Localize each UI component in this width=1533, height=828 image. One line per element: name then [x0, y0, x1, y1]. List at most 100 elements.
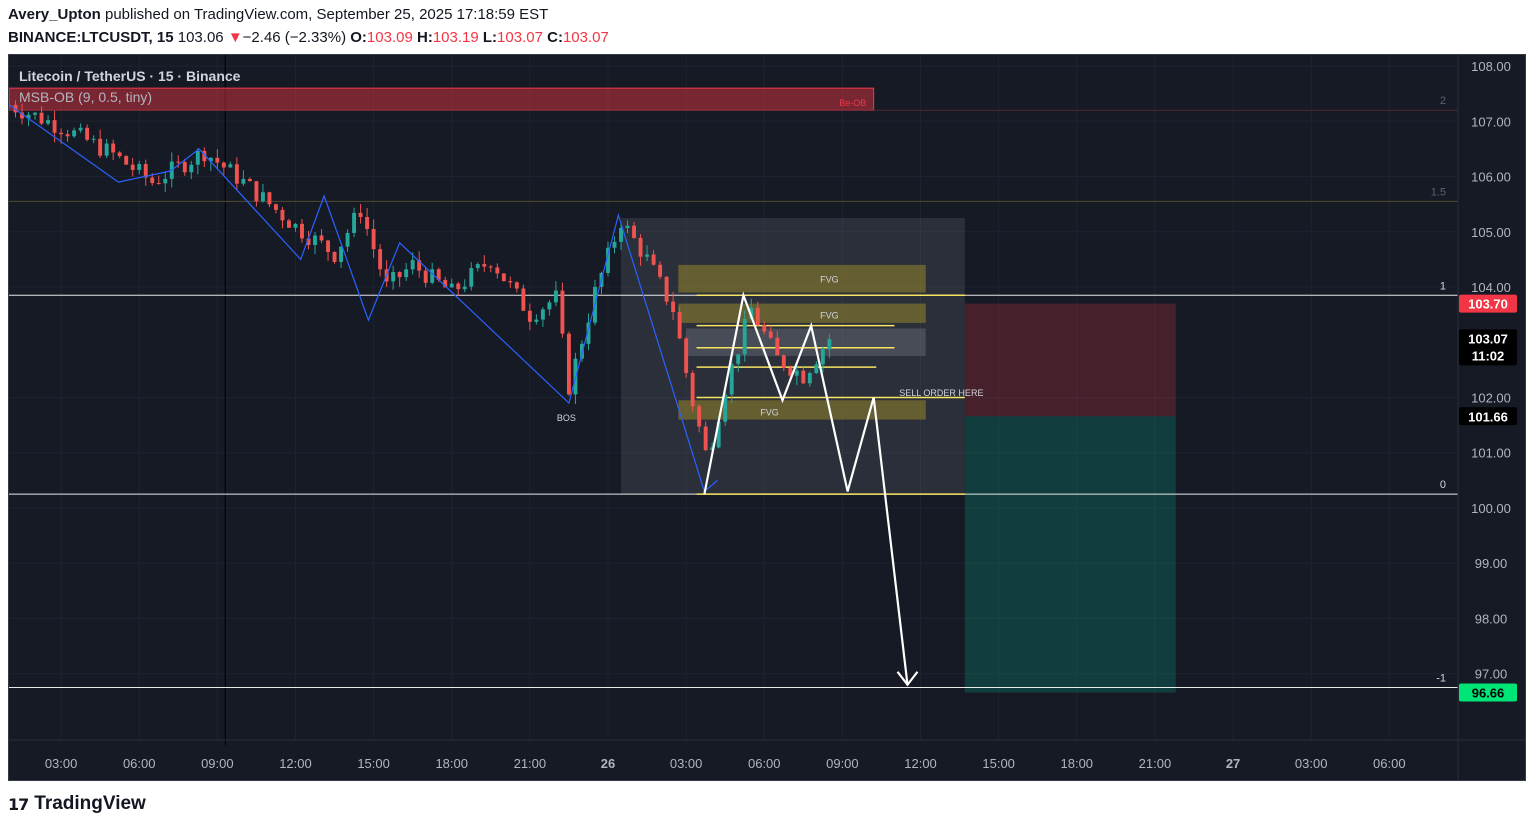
fib-label: 0	[1440, 479, 1446, 491]
candle-body	[540, 309, 545, 320]
price-tick-label: 97.00	[1475, 667, 1508, 682]
price-tick-label: 107.00	[1471, 114, 1511, 129]
candle-body	[195, 150, 200, 165]
candle-body	[827, 339, 832, 350]
time-tick-label: 15:00	[357, 756, 390, 771]
time-tick-label: 06:00	[123, 756, 156, 771]
candle-body	[423, 270, 428, 283]
close-value: 103.07	[562, 29, 609, 46]
tradingview-logo-icon: 17	[8, 794, 29, 814]
close-label: C:	[547, 29, 563, 46]
price-tick-label: 102.00	[1471, 391, 1511, 406]
candle-body	[293, 223, 298, 228]
time-tick-label: 15:00	[982, 756, 1015, 771]
candle-body	[52, 120, 57, 133]
countdown-label: 11:02	[1472, 348, 1505, 363]
candle-body	[91, 138, 96, 140]
candle-body	[462, 286, 467, 290]
candle-body	[781, 355, 786, 368]
candle-body	[104, 143, 109, 156]
fib-label: 2	[1440, 95, 1446, 107]
candle-body	[632, 225, 636, 238]
candle-body	[508, 281, 513, 283]
candle-body	[664, 276, 669, 302]
candle-body	[397, 272, 402, 278]
candle-body	[124, 156, 129, 165]
annotation-label: SELL ORDER HERE	[899, 388, 983, 398]
candle-body	[137, 164, 142, 170]
candle-body	[469, 268, 474, 287]
candle-body	[72, 130, 77, 137]
candle-body	[619, 227, 623, 242]
publish-info: published on TradingView.com, September …	[104, 6, 549, 23]
candle-body	[313, 235, 317, 245]
legend-title: Litecoin / TetherUS · 15 · Binance	[19, 68, 241, 84]
candle-body	[319, 235, 324, 241]
candle-body	[404, 269, 409, 278]
down-arrow-icon: ▼	[227, 29, 243, 46]
candle-body	[807, 373, 812, 384]
candle-body	[280, 209, 285, 221]
candle-body	[534, 319, 539, 322]
candle-body	[690, 372, 695, 407]
last-price: 103.06	[177, 29, 224, 46]
indicator-label[interactable]: MSB-OB (9, 0.5, tiny)	[19, 89, 152, 105]
candle-body	[65, 134, 70, 137]
candle-body	[697, 406, 702, 427]
annotation-label: FVG	[820, 311, 839, 321]
author-name[interactable]: Avery_Upton	[8, 6, 101, 23]
candle-body	[260, 192, 265, 202]
time-tick-label: 06:00	[1373, 756, 1406, 771]
candle-body	[488, 266, 493, 268]
stop-loss-zone	[964, 303, 1176, 417]
time-tick-label: 21:00	[1139, 756, 1172, 771]
chart-canvas[interactable]: 2 1.5 1 0 -1 BOS FVG FVG FVG SELL ORDER HERE Be-OB…	[9, 55, 1526, 781]
candle-body	[391, 272, 396, 282]
price-tick-label: 104.00	[1471, 280, 1511, 295]
candle-body	[365, 217, 370, 230]
price-tick-label: 105.00	[1471, 225, 1511, 240]
candle-body	[352, 212, 357, 233]
candle-body	[300, 223, 304, 239]
candle-body	[580, 343, 584, 359]
candle-body	[794, 370, 799, 376]
candle-body	[638, 237, 643, 257]
annotation-label: FVG	[820, 275, 839, 285]
candle-body	[156, 183, 161, 185]
price-tick-label: 100.00	[1471, 501, 1511, 516]
candle-body	[677, 312, 682, 339]
candle-body	[645, 254, 650, 257]
candle-body	[273, 204, 278, 210]
candle-body	[221, 162, 226, 168]
price-tick-label: 99.00	[1475, 556, 1508, 571]
candle-body	[482, 264, 487, 267]
brand-name: TradingView	[34, 793, 146, 814]
candle-body	[801, 370, 806, 384]
price-tick-label: 106.00	[1471, 170, 1511, 185]
tradingview-footer[interactable]: 17 TradingView	[8, 793, 146, 815]
time-tick-label: 03:00	[45, 756, 78, 771]
annotation-label: FVG	[760, 407, 779, 417]
publish-line: Avery_Upton published on TradingView.com…	[8, 6, 548, 23]
candle-body	[410, 260, 415, 270]
low-label: L:	[482, 29, 498, 46]
time-tick-label: 18:00	[1061, 756, 1094, 771]
chart-pane[interactable]: 2 1.5 1 0 -1 BOS FVG FVG FVG SELL ORDER HERE Be-OB…	[8, 54, 1526, 781]
candle-body	[755, 307, 760, 326]
time-tick-label: 12:00	[279, 756, 312, 771]
candle-body	[163, 178, 168, 184]
take-profit-zone	[964, 416, 1176, 693]
candle-body	[625, 225, 630, 228]
candle-body	[775, 337, 780, 356]
time-tick-label: 27	[1226, 756, 1240, 771]
candle-body	[78, 127, 83, 131]
candle-body	[684, 338, 689, 373]
open-label: O:	[350, 29, 367, 46]
candle-body	[111, 143, 116, 153]
fvg-zone	[678, 264, 926, 293]
ohlc-line: BINANCE:LTCUSDT, 15 103.06 ▼−2.46 (−2.33…	[8, 29, 609, 46]
candle-body	[39, 112, 44, 124]
candle-body	[514, 282, 519, 289]
candle-body	[234, 164, 239, 184]
candle-body	[814, 364, 819, 374]
